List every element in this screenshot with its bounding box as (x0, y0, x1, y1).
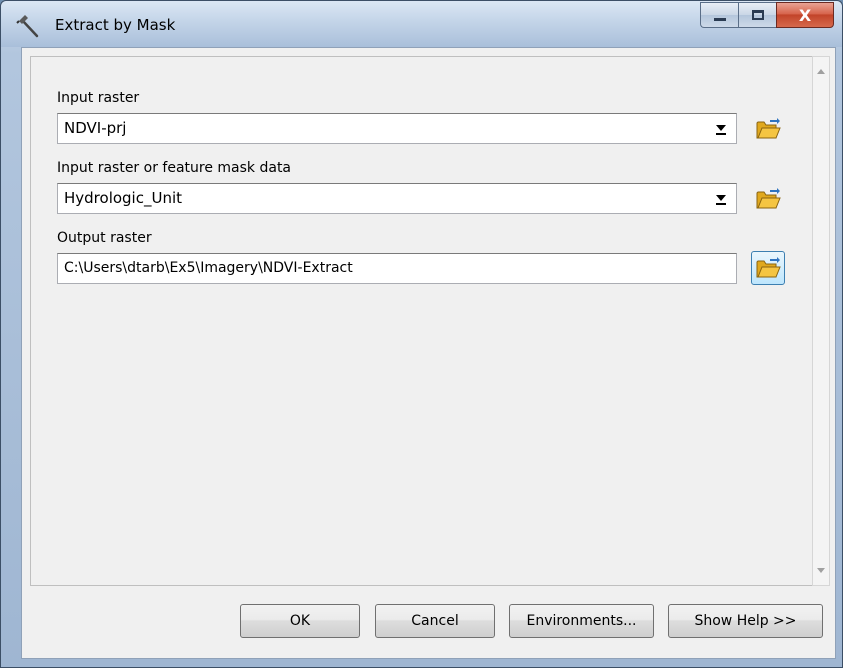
mask-data-select[interactable]: Hydrologic_Unit (57, 183, 737, 214)
maximize-button[interactable] (738, 2, 776, 28)
maximize-icon (751, 10, 764, 20)
mask-data-browse-button[interactable] (751, 182, 785, 216)
vertical-scrollbar[interactable] (812, 56, 830, 586)
hammer-icon (15, 11, 43, 39)
parameters-panel: Input raster NDVI-prj Input raster or fe… (30, 56, 812, 586)
output-raster-input[interactable]: C:\Users\dtarb\Ex5\Imagery\NDVI-Extract (57, 253, 737, 284)
output-raster-browse-button[interactable] (751, 251, 785, 285)
ok-button[interactable]: OK (240, 604, 360, 638)
caption-buttons: X (700, 2, 834, 28)
open-folder-icon (756, 118, 781, 139)
output-raster-label: Output raster (57, 230, 152, 246)
input-raster-browse-button[interactable] (751, 112, 785, 146)
output-raster-value: C:\Users\dtarb\Ex5\Imagery\NDVI-Extract (64, 260, 353, 276)
open-folder-icon (756, 188, 781, 209)
scroll-up-icon[interactable] (817, 69, 825, 74)
show-help-button[interactable]: Show Help >> (668, 604, 823, 638)
dialog-window: Extract by Mask X Input raster NDVI-prj (0, 0, 843, 668)
scroll-down-icon[interactable] (817, 568, 825, 573)
open-folder-icon (756, 257, 781, 278)
mask-data-label: Input raster or feature mask data (57, 160, 292, 176)
input-raster-label: Input raster (57, 90, 140, 106)
input-raster-select[interactable]: NDVI-prj (57, 113, 737, 144)
minimize-button[interactable] (700, 2, 738, 28)
environments-button[interactable]: Environments... (509, 604, 654, 638)
close-button[interactable]: X (776, 2, 834, 28)
chevron-down-icon[interactable] (710, 192, 732, 208)
dialog-client-area: Input raster NDVI-prj Input raster or fe… (21, 47, 836, 659)
mask-data-value: Hydrologic_Unit (64, 189, 183, 207)
cancel-button[interactable]: Cancel (375, 604, 495, 638)
window-title: Extract by Mask (55, 16, 176, 34)
input-raster-value: NDVI-prj (64, 119, 127, 137)
close-icon: X (798, 5, 812, 25)
title-bar[interactable]: Extract by Mask X (1, 1, 842, 47)
minimize-icon (713, 17, 726, 21)
chevron-down-icon[interactable] (710, 122, 732, 138)
